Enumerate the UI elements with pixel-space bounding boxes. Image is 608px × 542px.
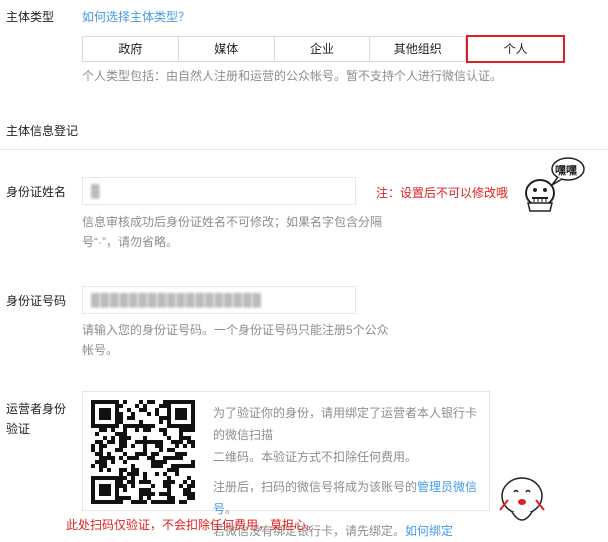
id-number-hint-line1: 请输入您的身份证号码。一个身份证号码只能注册5个公众 <box>82 323 389 337</box>
tab-media[interactable]: 媒体 <box>179 37 275 61</box>
verify-text-line1: 为了验证你的身份，请用绑定了运营者本人银行卡的微信扫描 <box>213 406 478 442</box>
cartoon-sticker-top: 嘿嘿 <box>522 155 586 215</box>
tab-government[interactable]: 政府 <box>83 37 179 61</box>
verify-text-line3-prefix: 注册后，扫码的微信号将成为该账号的 <box>213 480 418 494</box>
verify-text-line3: 注册后，扫码的微信号将成为该账号的管理员微信号。 <box>213 476 483 520</box>
cartoon-sticker-bottom <box>492 470 552 536</box>
subject-type-tabs: 政府 媒体 企业 其他组织 个人 <box>82 35 565 63</box>
id-number-input[interactable]: ██████████████████ <box>82 286 356 314</box>
id-number-value: ██████████████████ <box>91 293 263 307</box>
verify-text-line2: 二维码。本验证方式不扣除任何费用。 <box>213 450 418 464</box>
id-number-label: 身份证号码 <box>6 294 67 308</box>
how-to-bind-link[interactable]: 如何绑定 <box>405 524 453 538</box>
subject-type-help-link[interactable]: 如何选择主体类型？ <box>82 8 190 25</box>
sticker-bubble-text: 嘿嘿 <box>555 165 577 177</box>
name-annotation: 注：设置后不可以修改哦 <box>376 186 509 200</box>
id-name-hint-line2: 号“·”，请勿省略。 <box>82 235 178 249</box>
operator-label-line1: 运营者身份 <box>6 402 67 416</box>
id-name-input[interactable]: █ <box>82 177 356 205</box>
verify-text-line3-suffix: 。 <box>225 502 238 516</box>
operator-label-line2: 验证 <box>6 422 31 436</box>
section-divider <box>0 149 608 150</box>
subject-type-hint: 个人类型包括：由自然人注册和运营的公众帐号。暂不支持个人进行微信认证。 <box>82 69 503 83</box>
id-name-label: 身份证姓名 <box>6 185 67 199</box>
id-number-hint-line2: 帐号。 <box>82 343 119 357</box>
qr-code[interactable] <box>91 400 195 504</box>
tab-other-organization[interactable]: 其他组织 <box>370 37 467 61</box>
id-name-hint-line1: 信息审核成功后身份证姓名不可修改；如果名字包含分隔 <box>82 215 383 229</box>
scan-annotation: 此处扫码仅验证，不会扣除任何费用，莫担心。 <box>66 518 319 532</box>
section-title: 主体信息登记 <box>6 124 79 138</box>
subject-type-label: 主体类型 <box>6 10 55 24</box>
tab-enterprise[interactable]: 企业 <box>275 37 371 61</box>
id-name-value: █ <box>91 184 101 198</box>
tab-individual[interactable]: 个人 <box>466 35 565 63</box>
operator-verification-box: 为了验证你的身份，请用绑定了运营者本人银行卡的微信扫描 二维码。本验证方式不扣除… <box>82 391 490 538</box>
